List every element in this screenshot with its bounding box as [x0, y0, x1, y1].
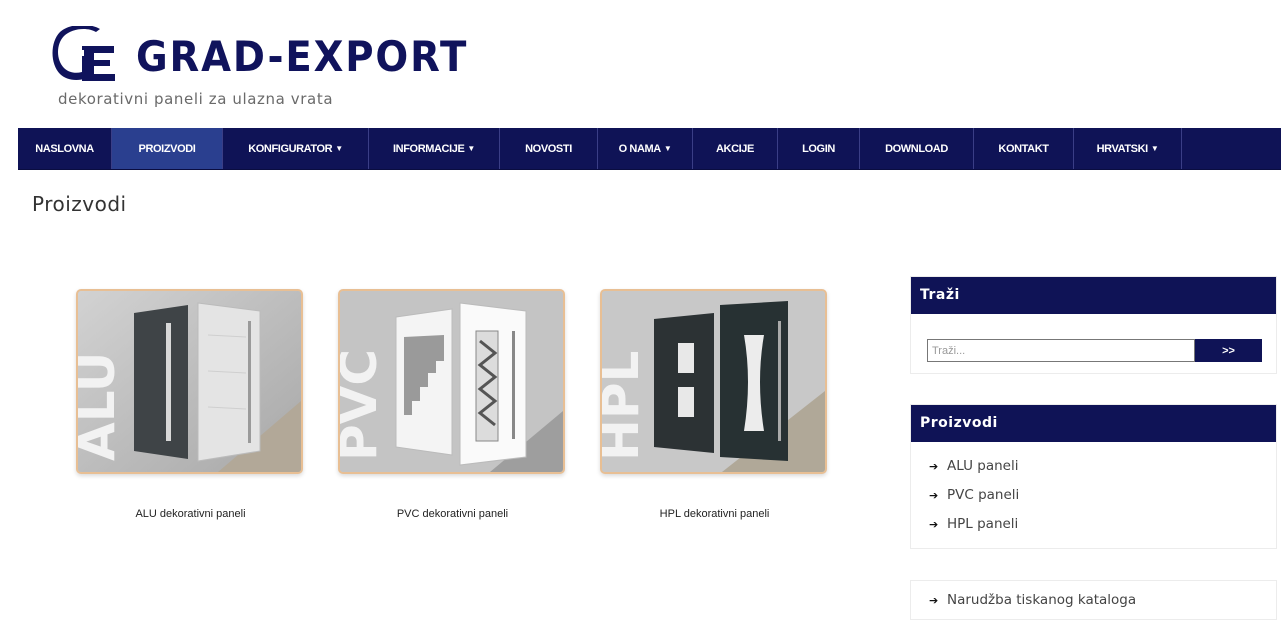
- nav-item-download[interactable]: DOWNLOAD: [860, 128, 974, 169]
- categories-widget: Proizvodi ➔ ALU paneli ➔ PVC paneli ➔ HPL p…: [910, 404, 1277, 549]
- page-title: Proizvodi: [32, 192, 127, 216]
- arrow-right-icon: ➔: [929, 518, 939, 531]
- arrow-right-icon: ➔: [929, 460, 939, 473]
- catalog-widget: ➔ Narudžba tiskanog kataloga: [910, 580, 1277, 620]
- search-widget-title: Traži: [911, 277, 1276, 314]
- brand-name: GRAD-EXPORT: [136, 32, 469, 81]
- categories-widget-title: Proizvodi: [911, 405, 1276, 442]
- catalog-order-link[interactable]: ➔ Narudžba tiskanog kataloga: [929, 586, 1276, 615]
- search-input[interactable]: [927, 339, 1195, 362]
- category-link-pvc[interactable]: ➔ PVC paneli: [929, 481, 1276, 510]
- arrow-right-icon: ➔: [929, 594, 939, 607]
- nav-item-o-nama[interactable]: O NAMA ▼: [598, 128, 693, 169]
- caret-down-icon: ▼: [335, 144, 343, 153]
- search-widget: Traži >>: [910, 276, 1277, 374]
- nav-item-konfigurator[interactable]: KONFIGURATOR ▼: [223, 128, 369, 169]
- search-row: >>: [911, 314, 1276, 374]
- search-button[interactable]: >>: [1195, 339, 1262, 362]
- product-caption-pvc[interactable]: PVC dekorativni paneli: [338, 508, 567, 520]
- nav-item-hrvatski[interactable]: HRVATSKI ▼: [1074, 128, 1182, 169]
- caret-down-icon: ▼: [663, 144, 672, 153]
- product-image-pvc[interactable]: PVC: [338, 289, 565, 474]
- nav-item-novosti[interactable]: NOVOSTI: [500, 128, 598, 169]
- caret-down-icon: ▼: [1150, 144, 1159, 153]
- product-card-hpl[interactable]: HPL HPL dekorativni paneli: [600, 289, 829, 520]
- brand-tagline: dekorativni paneli za ulazna vrata: [58, 90, 334, 108]
- product-card-pvc[interactable]: PVC PVC dekorativni paneli: [338, 289, 567, 520]
- nav-item-naslovna[interactable]: NASLOVNA: [18, 128, 112, 169]
- nav-item-akcije[interactable]: AKCIJE: [693, 128, 778, 169]
- nav-item-informacije[interactable]: INFORMACIJE ▼: [369, 128, 500, 169]
- nav-item-login[interactable]: LOGIN: [778, 128, 860, 169]
- caret-down-icon: ▼: [467, 144, 475, 153]
- nav-item-proizvodi[interactable]: PROIZVODI: [112, 128, 223, 169]
- product-image-hpl[interactable]: HPL: [600, 289, 827, 474]
- category-link-alu[interactable]: ➔ ALU paneli: [929, 452, 1276, 481]
- product-caption-hpl[interactable]: HPL dekorativni paneli: [600, 508, 829, 520]
- svg-text:PVC: PVC: [340, 349, 388, 461]
- category-link-hpl[interactable]: ➔ HPL paneli: [929, 510, 1276, 539]
- arrow-right-icon: ➔: [929, 489, 939, 502]
- product-card-alu[interactable]: ALU ALU dekorativni paneli: [76, 289, 305, 520]
- ge-logo-icon: [52, 26, 115, 81]
- catalog-list: ➔ Narudžba tiskanog kataloga: [911, 581, 1276, 623]
- svg-text:HPL: HPL: [602, 351, 650, 461]
- category-list: ➔ ALU paneli ➔ PVC paneli ➔ HPL paneli: [911, 442, 1276, 547]
- product-caption-alu[interactable]: ALU dekorativni paneli: [76, 508, 305, 520]
- nav-item-kontakt[interactable]: KONTAKT: [974, 128, 1074, 169]
- main-nav: NASLOVNA PROIZVODI KONFIGURATOR ▼ INFORMA…: [18, 128, 1281, 170]
- product-image-alu[interactable]: ALU: [76, 289, 303, 474]
- svg-text:ALU: ALU: [78, 352, 126, 461]
